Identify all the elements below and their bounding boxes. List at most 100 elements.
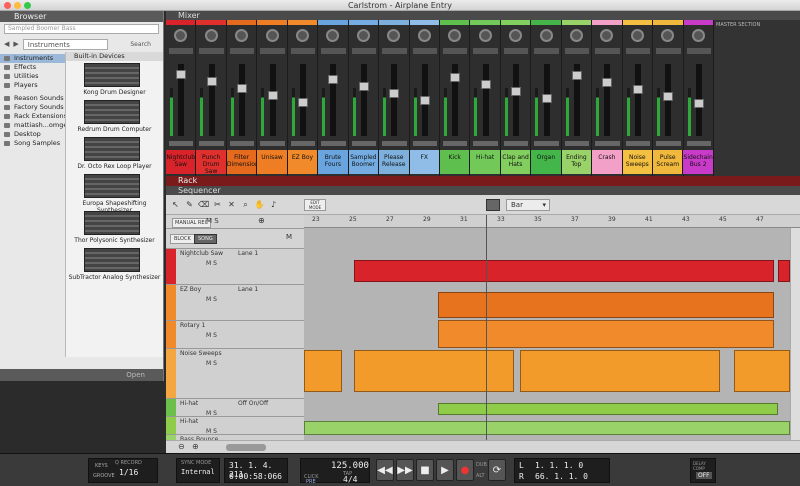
location-song-samples[interactable]: Song Samples xyxy=(0,139,65,148)
clip-noise-sweeps[interactable] xyxy=(734,350,790,392)
eraser-tool-icon[interactable]: ⌫ xyxy=(198,199,209,210)
mute-solo-buttons[interactable] xyxy=(686,48,711,54)
close-window-button[interactable] xyxy=(4,2,11,9)
edit-mode-button[interactable]: EDIT MODE xyxy=(304,199,326,211)
keys-label[interactable]: KEYS xyxy=(95,463,108,469)
vertical-scrollbar[interactable] xyxy=(790,228,800,440)
mute-solo-buttons[interactable] xyxy=(382,48,407,54)
clip-rotary-automation[interactable] xyxy=(438,320,774,348)
zoom-window-button[interactable] xyxy=(24,2,31,9)
pan-knob[interactable] xyxy=(356,29,370,42)
output-select[interactable] xyxy=(534,141,559,146)
output-select[interactable] xyxy=(199,141,224,146)
fader-handle[interactable] xyxy=(541,94,552,103)
track-row[interactable]: Nightclub Saw M S Lane 1 xyxy=(166,249,304,285)
mute-solo-buttons[interactable] xyxy=(656,48,681,54)
channel-name-label[interactable]: Filter Dimension xyxy=(226,150,258,174)
pan-knob[interactable] xyxy=(691,29,705,42)
add-track-icon[interactable]: ⊕ xyxy=(258,216,265,225)
mute-solo-buttons[interactable] xyxy=(321,48,346,54)
clip-noise-sweeps[interactable] xyxy=(520,350,720,392)
hand-tool-icon[interactable]: ✋ xyxy=(254,199,265,210)
sequencer-header[interactable]: Sequencer xyxy=(166,186,800,195)
pan-knob[interactable] xyxy=(204,29,218,42)
output-select[interactable] xyxy=(290,141,316,146)
magnify-tool-icon[interactable]: ⌕ xyxy=(240,199,251,210)
channel-name-label[interactable]: Sampled Boomer xyxy=(348,150,380,174)
channel-name-label[interactable]: Clap and Hats xyxy=(500,150,532,174)
alt-label[interactable]: ALT xyxy=(476,473,485,479)
track-row[interactable]: Hi-hat M S xyxy=(166,417,304,435)
output-select[interactable] xyxy=(443,141,468,146)
mute-solo-buttons[interactable] xyxy=(503,48,529,54)
sync-value[interactable]: Internal xyxy=(181,468,215,476)
delay-comp-toggle[interactable]: OFF xyxy=(696,472,712,479)
pan-knob[interactable] xyxy=(265,29,279,42)
playhead[interactable] xyxy=(486,215,487,440)
horizontal-scrollbar[interactable]: ⊖ ⊕ xyxy=(166,440,800,453)
channel-name-label[interactable]: Sidechain Bus 2 xyxy=(683,150,714,174)
location-user[interactable]: mattiash...omgerdt xyxy=(0,121,65,130)
output-select[interactable] xyxy=(229,141,255,146)
pan-knob[interactable] xyxy=(539,29,553,42)
track-mute-solo[interactable]: M S xyxy=(206,260,217,267)
minimize-window-button[interactable] xyxy=(14,2,21,9)
fader-handle[interactable] xyxy=(571,71,582,80)
mute-solo-buttons[interactable] xyxy=(625,48,651,54)
snap-select[interactable]: Bar ▾ xyxy=(506,199,550,211)
output-select[interactable] xyxy=(412,141,437,146)
pan-knob[interactable] xyxy=(448,29,462,42)
location-effects[interactable]: Effects xyxy=(0,63,65,72)
channel-name-label[interactable]: Pulse Scream xyxy=(653,150,684,174)
location-instruments[interactable]: Instruments xyxy=(0,54,65,63)
output-select[interactable] xyxy=(260,141,285,146)
clip-noise-sweeps[interactable] xyxy=(354,350,514,392)
mute-tool-icon[interactable]: ✕ xyxy=(226,199,237,210)
position-time[interactable]: 0:00:58:066 xyxy=(229,472,282,481)
back-arrow-icon[interactable]: ◀ xyxy=(4,40,9,48)
fader-handle[interactable] xyxy=(632,85,643,94)
device-item[interactable]: Redrum Drum Computer xyxy=(66,98,163,135)
mute-solo-buttons[interactable] xyxy=(290,48,316,54)
fader-handle[interactable] xyxy=(480,80,491,89)
fader-handle[interactable] xyxy=(328,75,339,84)
dub-label[interactable]: DUB xyxy=(476,462,487,468)
mute-solo-buttons[interactable] xyxy=(199,48,224,54)
snap-toggle[interactable] xyxy=(486,199,500,211)
fader-handle[interactable] xyxy=(267,91,278,100)
fast-forward-button[interactable]: ▶▶ xyxy=(396,459,414,481)
fader-handle[interactable] xyxy=(176,70,187,79)
clip-nightclub-saw[interactable] xyxy=(778,260,790,282)
track-mute-solo[interactable]: M S xyxy=(206,360,217,367)
output-select[interactable] xyxy=(625,141,651,146)
pan-knob[interactable] xyxy=(600,29,614,42)
arrange-view[interactable] xyxy=(304,228,790,440)
channel-name-label[interactable]: Ending Top xyxy=(561,150,593,174)
tempo-value[interactable]: 125.000 xyxy=(331,461,369,471)
razor-tool-icon[interactable]: ✂ xyxy=(212,199,223,210)
track-mute-solo[interactable]: M S xyxy=(206,296,217,303)
browser-breadcrumb[interactable]: Instruments xyxy=(22,38,108,50)
mute-solo-buttons[interactable] xyxy=(351,48,377,54)
speaker-tool-icon[interactable]: ♪ xyxy=(268,199,279,210)
block-button[interactable]: BLOCK xyxy=(170,234,195,244)
fader-handle[interactable] xyxy=(389,89,400,98)
channel-name-label[interactable]: Noise Sweeps xyxy=(622,150,653,174)
channel-name-label[interactable]: EZ Boy xyxy=(287,150,319,174)
mute-solo-buttons[interactable] xyxy=(169,48,194,54)
zoom-out-icon[interactable]: ⊖ xyxy=(178,442,185,451)
channel-name-label[interactable]: FX xyxy=(409,150,440,174)
clip-hi-hat[interactable] xyxy=(438,403,778,415)
location-reason-sounds[interactable]: Reason Sounds xyxy=(0,94,65,103)
output-select[interactable] xyxy=(473,141,498,146)
pan-knob[interactable] xyxy=(174,29,188,42)
mixer-header[interactable]: Mixer xyxy=(166,11,800,20)
mute-solo-buttons[interactable] xyxy=(564,48,590,54)
mute-solo-buttons[interactable] xyxy=(473,48,498,54)
track-mute-solo[interactable]: M S xyxy=(206,332,217,339)
channel-name-label[interactable]: Unisaw xyxy=(257,150,288,174)
track-row[interactable]: EZ Boy M S Lane 1 xyxy=(166,285,304,321)
clip-ez-boy[interactable] xyxy=(438,292,774,318)
device-item[interactable]: Thor Polysonic Synthesizer xyxy=(66,209,163,246)
timeline-ruler[interactable]: 23 25 27 29 31 33 35 37 39 41 43 45 47 xyxy=(304,215,800,228)
